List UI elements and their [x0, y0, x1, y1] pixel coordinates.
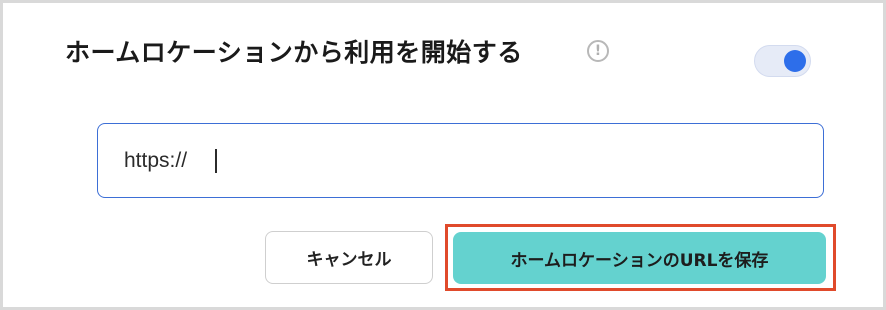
save-home-url-button[interactable]: ホームロケーションのURLを保存: [453, 232, 826, 284]
home-location-toggle[interactable]: [754, 45, 811, 77]
home-url-input[interactable]: [97, 123, 824, 198]
section-title: ホームロケーションから利用を開始する: [65, 38, 523, 67]
toggle-knob: [784, 50, 806, 72]
info-icon[interactable]: !: [587, 40, 609, 62]
text-caret: [215, 149, 217, 173]
cancel-button[interactable]: キャンセル: [265, 231, 433, 284]
settings-panel: ホームロケーションから利用を開始する ! キャンセル ホームロケーションのURL…: [0, 0, 886, 310]
